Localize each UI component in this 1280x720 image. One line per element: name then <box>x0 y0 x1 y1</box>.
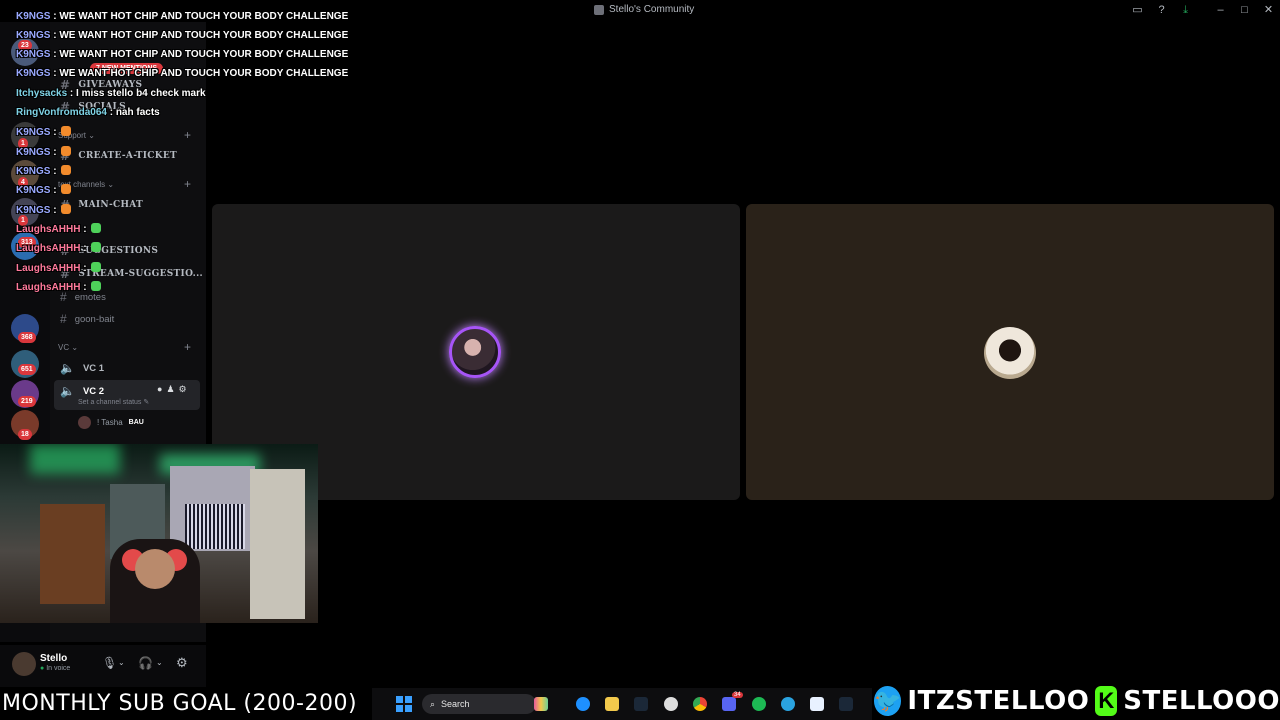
avatar[interactable] <box>12 652 36 676</box>
emote-icon <box>61 165 72 175</box>
chat-message: K9NGS : WE WANT HOT CHIP AND TOUCH YOUR … <box>16 30 349 41</box>
emote-icon <box>91 262 102 272</box>
chat-message: LaughsAHHH : <box>16 281 102 293</box>
windows-start-icon[interactable] <box>396 696 412 712</box>
close-icon[interactable]: ✕ <box>1262 4 1275 17</box>
inbox-icon[interactable]: ▭ <box>1131 4 1144 17</box>
hash-icon: # <box>60 312 67 326</box>
invite-icon[interactable]: ♟ <box>166 384 174 395</box>
steam-icon[interactable] <box>634 697 648 711</box>
voice-channel-vc1[interactable]: 🔈 VC 1 <box>60 361 104 375</box>
file-explorer-icon[interactable] <box>605 697 619 711</box>
emote-icon <box>61 146 72 156</box>
chat-message: RingVonfromda064 : nah facts <box>16 107 160 118</box>
emote-icon <box>61 204 72 214</box>
chat-message: K9NGS : <box>16 204 72 216</box>
download-icon[interactable]: ⤓ <box>1179 4 1192 17</box>
help-icon[interactable]: ? <box>1155 4 1168 17</box>
twitter-icon: 🐦 <box>874 686 902 716</box>
channel-goon-bait[interactable]: # goon-bait <box>60 312 114 326</box>
category-vc[interactable]: VC ⌄ <box>58 343 78 352</box>
chat-message: K9NGS : <box>16 126 72 138</box>
channel-label: VC 2 <box>82 385 105 397</box>
settings-icon[interactable] <box>664 697 678 711</box>
voice-channel-vc2-label: 🔈 VC 2 <box>60 384 104 398</box>
social-handles: 🐦 ITZSTELLOO K STELLOOO <box>874 682 1280 720</box>
chat-message: Itchysacks : I miss stello b4 check mark <box>16 88 206 99</box>
chevron-down-icon[interactable]: ⌄ <box>118 658 125 667</box>
sub-goal-banner: MONTHLY SUB GOAL (200-200) <box>0 688 372 720</box>
emote-icon <box>91 242 102 252</box>
spotify-icon[interactable] <box>752 697 766 711</box>
emote-icon <box>91 281 102 291</box>
participant-avatar-speaking <box>449 326 501 378</box>
chat-message: LaughsAHHH : <box>16 262 102 274</box>
steam-icon[interactable] <box>839 697 853 711</box>
discord-icon[interactable] <box>722 697 736 711</box>
server-badge: 219 <box>18 396 36 407</box>
kick-icon: K <box>1095 686 1118 716</box>
chrome-icon[interactable] <box>693 697 707 711</box>
edge-browser-icon[interactable] <box>576 697 590 711</box>
channel-label: goon-bait <box>74 313 115 325</box>
speaker-icon: 🔈 <box>60 361 75 375</box>
microphone-icon[interactable]: 🎙 <box>102 656 117 670</box>
widgets-icon[interactable] <box>534 697 548 711</box>
username: Stello <box>40 653 68 664</box>
settings-icon[interactable]: ⚙ <box>176 655 188 671</box>
server-badge: 651 <box>18 364 36 375</box>
minimize-icon[interactable]: – <box>1214 4 1227 17</box>
server-badge: 368 <box>18 332 36 343</box>
search-icon: ⌕ <box>430 698 436 709</box>
chat-message: K9NGS : WE WANT HOT CHIP AND TOUCH YOUR … <box>16 68 349 79</box>
avatar <box>78 416 91 429</box>
twitter-handle: ITZSTELLOO <box>907 686 1090 716</box>
maximize-icon[interactable]: □ <box>1238 4 1251 17</box>
chat-message: K9NGS : <box>16 184 72 196</box>
chat-bubble-icon[interactable]: ● <box>157 384 162 395</box>
chat-message: K9NGS : WE WANT HOT CHIP AND TOUCH YOUR … <box>16 49 349 60</box>
emote-icon <box>61 126 72 136</box>
channel-label: VC 1 <box>82 362 105 374</box>
chevron-down-icon[interactable]: ⌄ <box>156 658 163 667</box>
kick-handle: STELLOOO <box>1123 686 1280 716</box>
member-tag: BAU <box>128 419 144 426</box>
taskbar-search[interactable]: ⌕ Search <box>422 694 536 714</box>
webcam-overlay <box>0 444 318 623</box>
headphones-icon[interactable]: 🎧 <box>138 656 153 670</box>
chat-message: LaughsAHHH : <box>16 242 102 254</box>
window-title: Stello's Community <box>594 4 694 15</box>
window-title-text: Stello's Community <box>609 4 695 15</box>
telegram-icon[interactable] <box>781 697 795 711</box>
vc-member[interactable]: ! Tasha BAU <box>78 416 144 429</box>
emote-icon <box>61 184 72 194</box>
emote-icon <box>91 223 102 233</box>
settings-icon[interactable]: ⚙ <box>179 384 187 395</box>
participant-avatar <box>984 327 1036 379</box>
user-status: ● In voice <box>40 665 71 672</box>
speaker-icon: 🔈 <box>60 384 75 398</box>
chat-message: LaughsAHHH : <box>16 223 102 235</box>
member-name: ! Tasha <box>97 418 123 427</box>
stream-chat-overlay: K9NGS : WE WANT HOT CHIP AND TOUCH YOUR … <box>0 0 400 300</box>
channel-status-prompt[interactable]: Set a channel status ✎ <box>78 398 149 406</box>
add-channel-icon[interactable]: + <box>184 340 191 354</box>
chat-message: K9NGS : WE WANT HOT CHIP AND TOUCH YOUR … <box>16 11 349 22</box>
search-placeholder: Search <box>441 699 470 709</box>
server-badge: 18 <box>18 429 32 440</box>
chat-message: K9NGS : <box>16 146 72 158</box>
discord-badge: 34 <box>732 692 743 698</box>
notepad-icon[interactable] <box>810 697 824 711</box>
chat-message: K9NGS : <box>16 165 72 177</box>
server-icon <box>594 4 604 15</box>
